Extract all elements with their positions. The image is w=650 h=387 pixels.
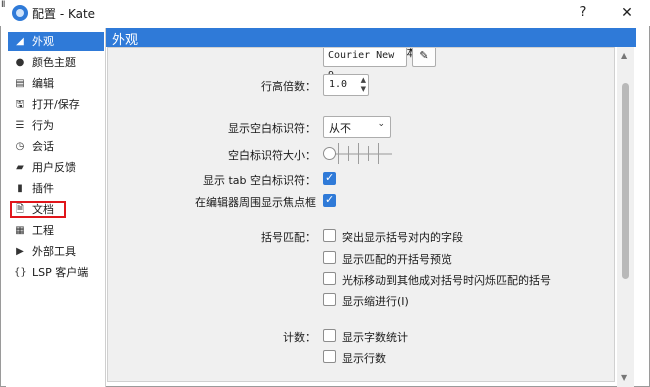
line-height-spinbox[interactable]: 1.0 ▲ ▼ <box>323 74 369 96</box>
font-picker-button[interactable]: ✎ <box>412 48 436 67</box>
sidebar-item-label: 打开/保存 <box>32 98 80 111</box>
help-button[interactable]: ? <box>572 2 594 24</box>
edit-icon: ▤ <box>15 78 25 89</box>
sidebar-item-label: 编辑 <box>32 77 54 90</box>
line-count-label: 显示行数 <box>342 352 386 365</box>
sidebar-item-label: 会话 <box>32 140 54 153</box>
whitespace-size-label: 空白标识符大小： <box>228 149 316 162</box>
scroll-down-icon[interactable]: ▼ <box>621 373 627 382</box>
bracket-preview-checkbox[interactable] <box>323 251 336 264</box>
sidebar-item-label: LSP 客户端 <box>32 266 89 279</box>
project-icon: ▦ <box>15 225 25 236</box>
sidebar-item-label: 外部工具 <box>32 245 76 258</box>
counts-label: 计数： <box>283 331 316 344</box>
line-count-checkbox[interactable] <box>323 350 336 363</box>
slider-tick <box>358 143 359 164</box>
window-title: 配置 - Kate <box>32 7 96 21</box>
slider-tick <box>348 146 349 161</box>
show-tab-label: 显示 tab 空白标识符： <box>202 174 316 187</box>
close-button[interactable]: ✕ <box>614 2 640 24</box>
slider-handle[interactable] <box>323 147 336 160</box>
bracket-highlight-label: 突出显示括号对内的字段 <box>342 231 463 244</box>
sidebar-item-label: 插件 <box>32 182 54 195</box>
indent-lines-checkbox[interactable] <box>323 293 336 306</box>
slider-tick <box>338 143 339 164</box>
page-title: 外观 <box>112 33 139 48</box>
bracket-flash-label: 光标移动到其他成对括号时闪烁匹配的括号 <box>342 274 551 287</box>
page-header: 外观 <box>106 28 636 48</box>
corner-mark: Ⅱ <box>1 0 6 10</box>
feedback-icon: ▰ <box>16 162 24 173</box>
focus-frame-label: 在编辑器周围显示焦点框 <box>195 196 316 209</box>
pencil-icon: ✎ <box>419 49 429 62</box>
line-height-label: 行高倍数： <box>261 80 316 93</box>
sidebar-item-color-theme[interactable]: ● 颜色主题 <box>8 53 104 72</box>
scroll-up-icon[interactable]: ▲ <box>621 51 627 60</box>
sidebar-item-behavior[interactable]: ☰ 行为 <box>8 116 104 135</box>
bracket-highlight-checkbox[interactable] <box>323 229 336 242</box>
settings-panel: 编辑器字体： Courier New 9 ✎ 行高倍数： 1.0 ▲ ▼ 显示空… <box>107 47 615 382</box>
plugin-icon: ▮ <box>17 183 23 194</box>
sidebar-item-edit[interactable]: ▤ 编辑 <box>8 74 104 93</box>
sidebar-item-label: 行为 <box>32 119 54 132</box>
word-count-checkbox[interactable] <box>323 329 336 342</box>
scrollbar-thumb[interactable] <box>622 83 629 279</box>
appearance-icon: ◢ <box>16 36 24 47</box>
session-icon: ◷ <box>15 141 25 152</box>
bracket-flash-checkbox[interactable] <box>323 272 336 285</box>
vertical-scrollbar[interactable]: ▲ ▼ <box>617 47 634 387</box>
spin-down-icon[interactable]: ▼ <box>361 85 366 93</box>
kate-app-icon <box>12 5 28 21</box>
indent-lines-label: 显示缩进行(I) <box>342 295 409 308</box>
focus-frame-checkbox[interactable] <box>323 193 336 207</box>
sidebar-item-session[interactable]: ◷ 会话 <box>8 137 104 156</box>
sidebar-item-external-tools[interactable]: ▶ 外部工具 <box>8 242 104 261</box>
title-bar: 配置 - Kate ? ✕ <box>0 0 650 26</box>
show-tab-checkbox[interactable] <box>323 171 336 185</box>
whitespace-label: 显示空白标识符： <box>228 122 316 135</box>
sidebar-item-plugins[interactable]: ▮ 插件 <box>8 179 104 198</box>
font-field[interactable]: Courier New 9 <box>323 48 407 81</box>
save-icon: 🖫 <box>15 99 25 110</box>
bracket-label: 括号匹配： <box>261 231 316 244</box>
sidebar-item-label: 用户反馈 <box>32 161 76 174</box>
spin-up-icon[interactable]: ▲ <box>361 76 366 84</box>
sidebar: ◢ 外观 ● 颜色主题 ▤ 编辑 🖫 打开/保存 ☰ 行为 ◷ 会话 ▰ 用户反… <box>6 28 106 387</box>
lsp-client-icon: {} <box>14 267 27 278</box>
behavior-icon: ☰ <box>15 120 25 131</box>
whitespace-dropdown[interactable]: 从不 ⌄ <box>323 116 391 138</box>
slider-tick <box>368 146 369 161</box>
color-theme-icon: ● <box>15 57 25 68</box>
sidebar-item-lsp-client[interactable]: {} LSP 客户端 <box>8 263 104 282</box>
sidebar-item-appearance[interactable]: ◢ 外观 <box>8 32 104 51</box>
documents-highlight-box <box>10 201 66 218</box>
sidebar-item-label: 颜色主题 <box>32 56 76 69</box>
sidebar-item-feedback[interactable]: ▰ 用户反馈 <box>8 158 104 177</box>
slider-tick <box>378 143 379 164</box>
sidebar-item-label: 工程 <box>32 224 54 237</box>
chevron-down-icon: ⌄ <box>377 119 385 129</box>
word-count-label: 显示字数统计 <box>342 331 408 344</box>
sidebar-item-open-save[interactable]: 🖫 打开/保存 <box>8 95 104 114</box>
sidebar-item-label: 外观 <box>32 35 54 48</box>
whitespace-dropdown-value: 从不 <box>329 122 351 135</box>
sidebar-item-projects[interactable]: ▦ 工程 <box>8 221 104 240</box>
external-tools-icon: ▶ <box>16 246 24 257</box>
line-height-value: 1.0 <box>329 79 348 90</box>
bracket-preview-label: 显示匹配的开括号预览 <box>342 253 452 266</box>
